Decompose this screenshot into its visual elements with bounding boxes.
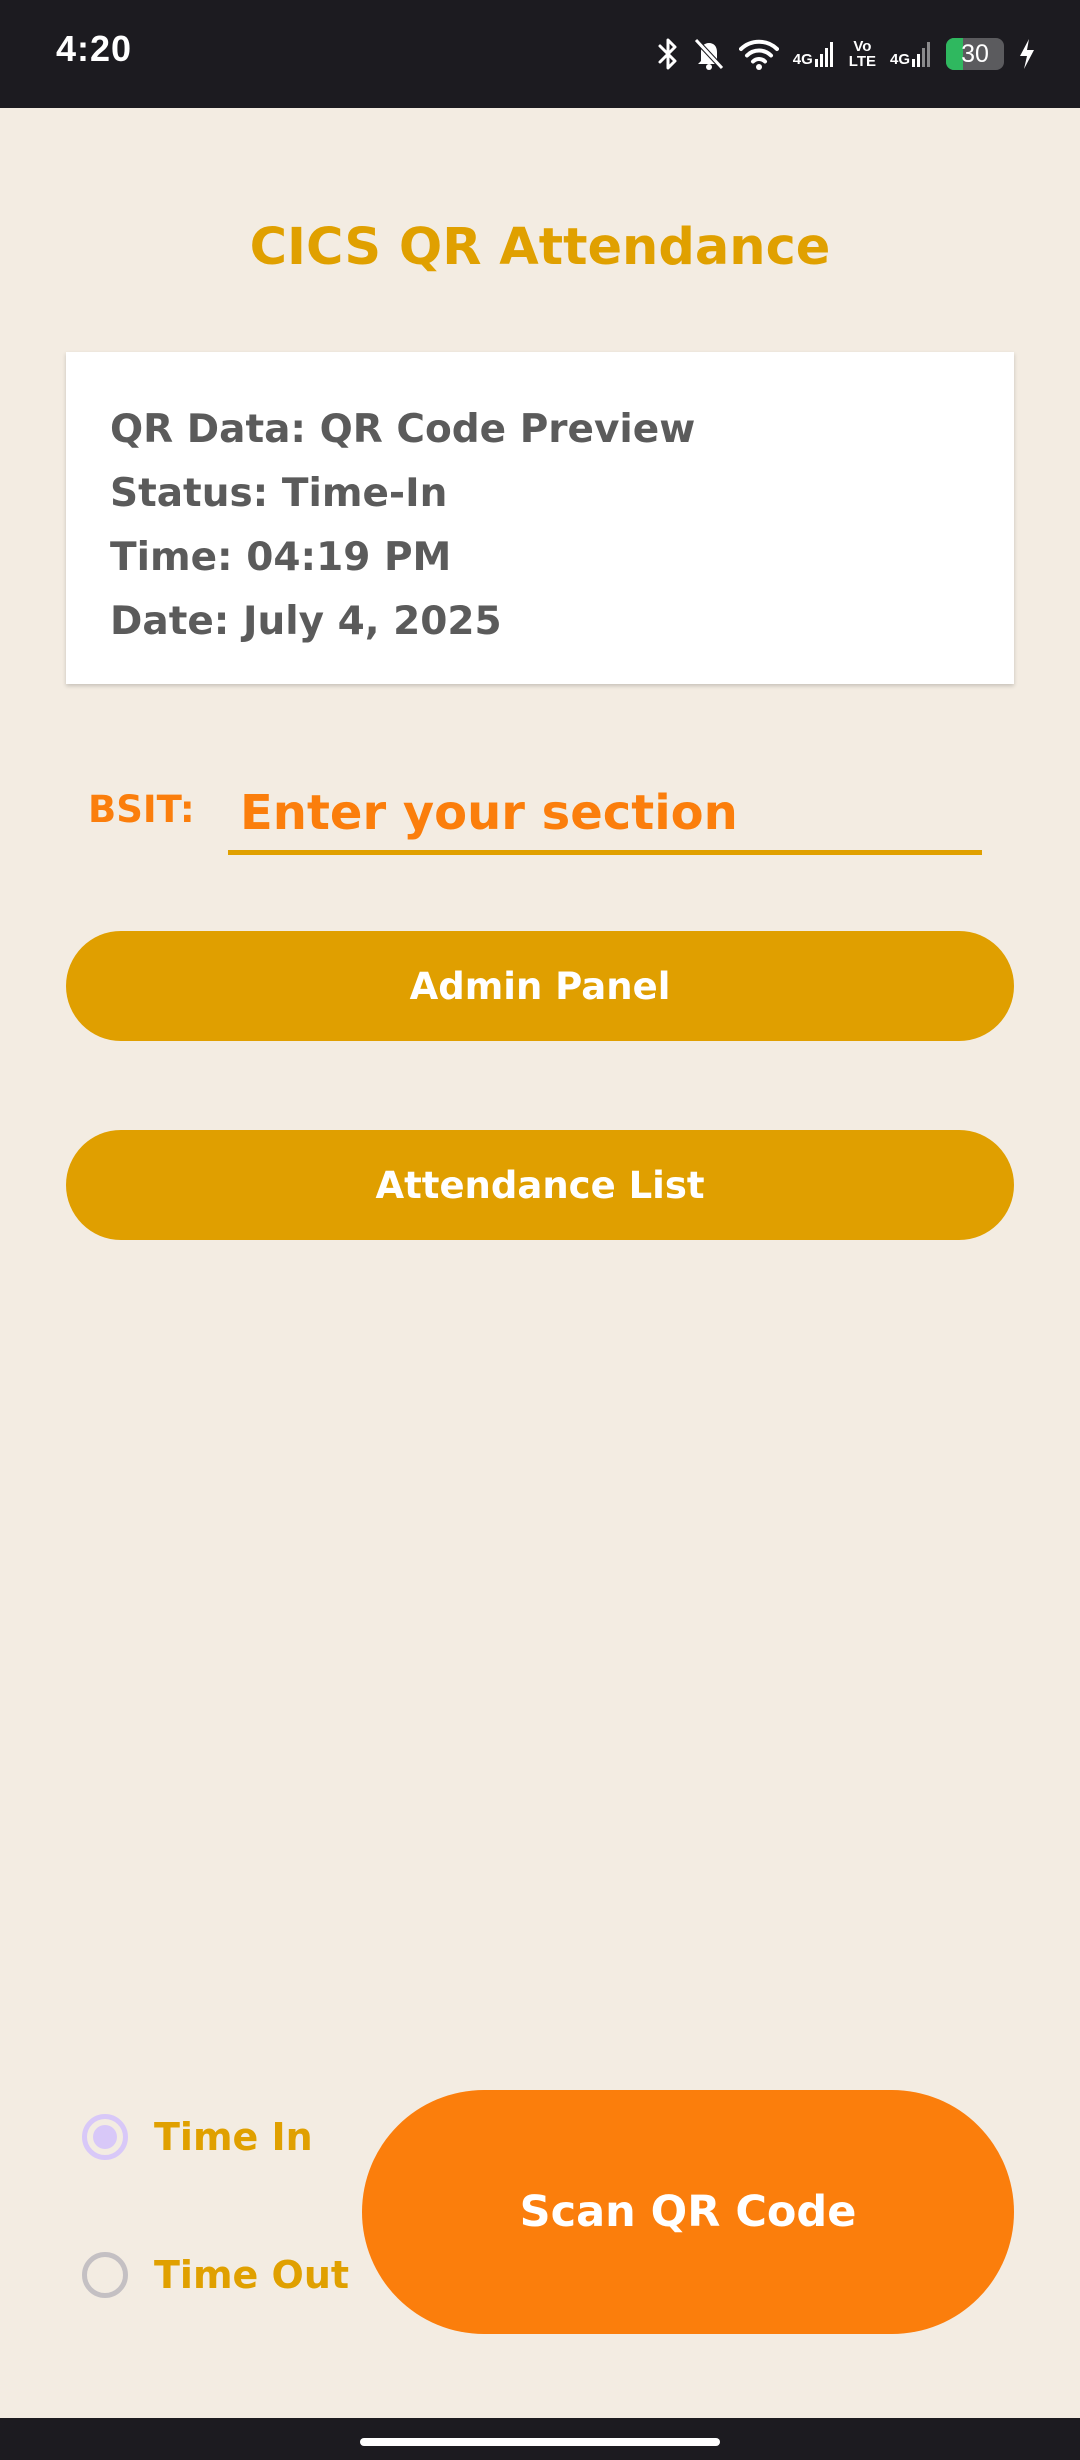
time-text: Time: 04:19 PM xyxy=(110,535,452,580)
wifi-icon xyxy=(738,38,779,70)
qr-data-text: QR Data: QR Code Preview xyxy=(110,407,696,452)
scan-qr-button[interactable]: Scan QR Code xyxy=(362,2090,1014,2334)
battery-level: 30 xyxy=(961,40,989,68)
status-bar: 4:20 4G Vo LTE 4G 30 xyxy=(0,0,1080,108)
volte-bottom-label: LTE xyxy=(848,53,876,70)
volte-top-label: Vo xyxy=(853,38,872,55)
radio-selected-icon[interactable] xyxy=(82,2114,128,2160)
page-title: CICS QR Attendance xyxy=(249,218,831,277)
qr-info-card: QR Data: QR Code Preview Status: Time-In… xyxy=(66,352,1014,684)
status-time: 4:20 xyxy=(56,28,133,69)
time-in-label: Time In xyxy=(154,2115,313,2159)
battery-icon: 30 xyxy=(946,38,1004,70)
date-text: Date: July 4, 2025 xyxy=(110,599,502,644)
signal-icon: 4G xyxy=(793,41,835,67)
status-icons: 4G Vo LTE 4G 30 xyxy=(657,30,1036,78)
status-text: Status: Time-In xyxy=(110,471,448,516)
attendance-list-button[interactable]: Attendance List xyxy=(66,1130,1014,1240)
time-in-radio[interactable]: Time In xyxy=(82,2114,313,2160)
volte-icon: Vo LTE xyxy=(849,39,876,69)
bell-off-icon xyxy=(693,37,725,71)
radio-unselected-icon[interactable] xyxy=(82,2252,128,2298)
network-type-label: 4G xyxy=(889,51,910,68)
bluetooth-icon xyxy=(657,37,679,71)
network-type-label: 4G xyxy=(792,51,813,68)
section-label: BSIT: xyxy=(88,788,195,831)
time-out-radio[interactable]: Time Out xyxy=(82,2252,349,2298)
navigation-bar xyxy=(0,2418,1080,2460)
admin-panel-button[interactable]: Admin Panel xyxy=(66,931,1014,1041)
time-out-label: Time Out xyxy=(154,2253,350,2297)
section-input[interactable] xyxy=(228,775,982,855)
home-indicator[interactable] xyxy=(360,2438,720,2446)
signal-icon: 4G xyxy=(890,41,932,67)
charging-bolt-icon xyxy=(1018,38,1036,70)
